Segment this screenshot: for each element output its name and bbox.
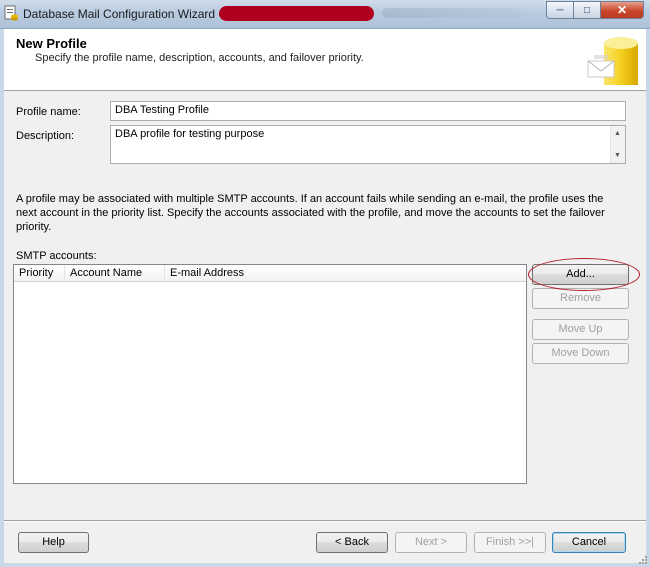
database-mail-logo-icon: [587, 37, 638, 85]
caption-buttons: ─ □ ✕: [546, 1, 644, 19]
wizard-app-icon: [4, 5, 18, 21]
smtp-list-header: Priority Account Name E-mail Address: [14, 265, 526, 282]
profile-name-label: Profile name:: [16, 106, 81, 118]
column-header-account-name[interactable]: Account Name: [65, 265, 165, 281]
finish-button[interactable]: Finish >>|: [474, 532, 546, 553]
cancel-button[interactable]: Cancel: [552, 532, 626, 553]
size-grip-icon[interactable]: [638, 555, 648, 565]
smtp-accounts-label: SMTP accounts:: [16, 250, 97, 262]
footer-separator: [4, 520, 646, 522]
add-account-button[interactable]: Add...: [532, 264, 629, 285]
move-down-button[interactable]: Move Down: [532, 343, 629, 364]
smtp-accounts-list[interactable]: Priority Account Name E-mail Address: [13, 264, 527, 484]
page-title: New Profile: [16, 36, 87, 51]
title-bar[interactable]: Database Mail Configuration Wizard - ─ □…: [0, 0, 650, 29]
description-textarea[interactable]: DBA profile for testing purpose ▲ ▼: [110, 125, 626, 164]
maximize-button[interactable]: □: [573, 1, 600, 19]
redaction-mark: [219, 6, 374, 21]
profile-name-input[interactable]: DBA Testing Profile: [110, 101, 626, 121]
back-button[interactable]: < Back: [316, 532, 388, 553]
profile-info-text: A profile may be associated with multipl…: [16, 193, 605, 233]
description-text: DBA profile for testing purpose: [115, 128, 265, 140]
window-frame-left: [0, 28, 4, 567]
next-button[interactable]: Next >: [395, 532, 467, 553]
close-button[interactable]: ✕: [600, 1, 644, 19]
window-frame-right: [646, 28, 650, 567]
window-title: Database Mail Configuration Wizard -: [23, 7, 223, 21]
description-scrollbar[interactable]: ▲ ▼: [610, 126, 625, 163]
window-frame-bottom: [0, 563, 650, 567]
help-button[interactable]: Help: [18, 532, 89, 553]
description-label: Description:: [16, 130, 75, 142]
scroll-down-arrow-icon[interactable]: ▼: [614, 152, 621, 159]
page-subtitle: Specify the profile name, description, a…: [35, 52, 364, 64]
remove-account-button[interactable]: Remove: [532, 288, 629, 309]
scroll-up-arrow-icon[interactable]: ▲: [614, 130, 621, 137]
minimize-button[interactable]: ─: [546, 1, 573, 19]
background-window-title-ghost: [382, 8, 522, 18]
column-header-email-address[interactable]: E-mail Address: [165, 265, 528, 281]
wizard-header: New Profile Specify the profile name, de…: [4, 29, 646, 91]
column-header-priority[interactable]: Priority: [14, 265, 65, 281]
move-up-button[interactable]: Move Up: [532, 319, 629, 340]
